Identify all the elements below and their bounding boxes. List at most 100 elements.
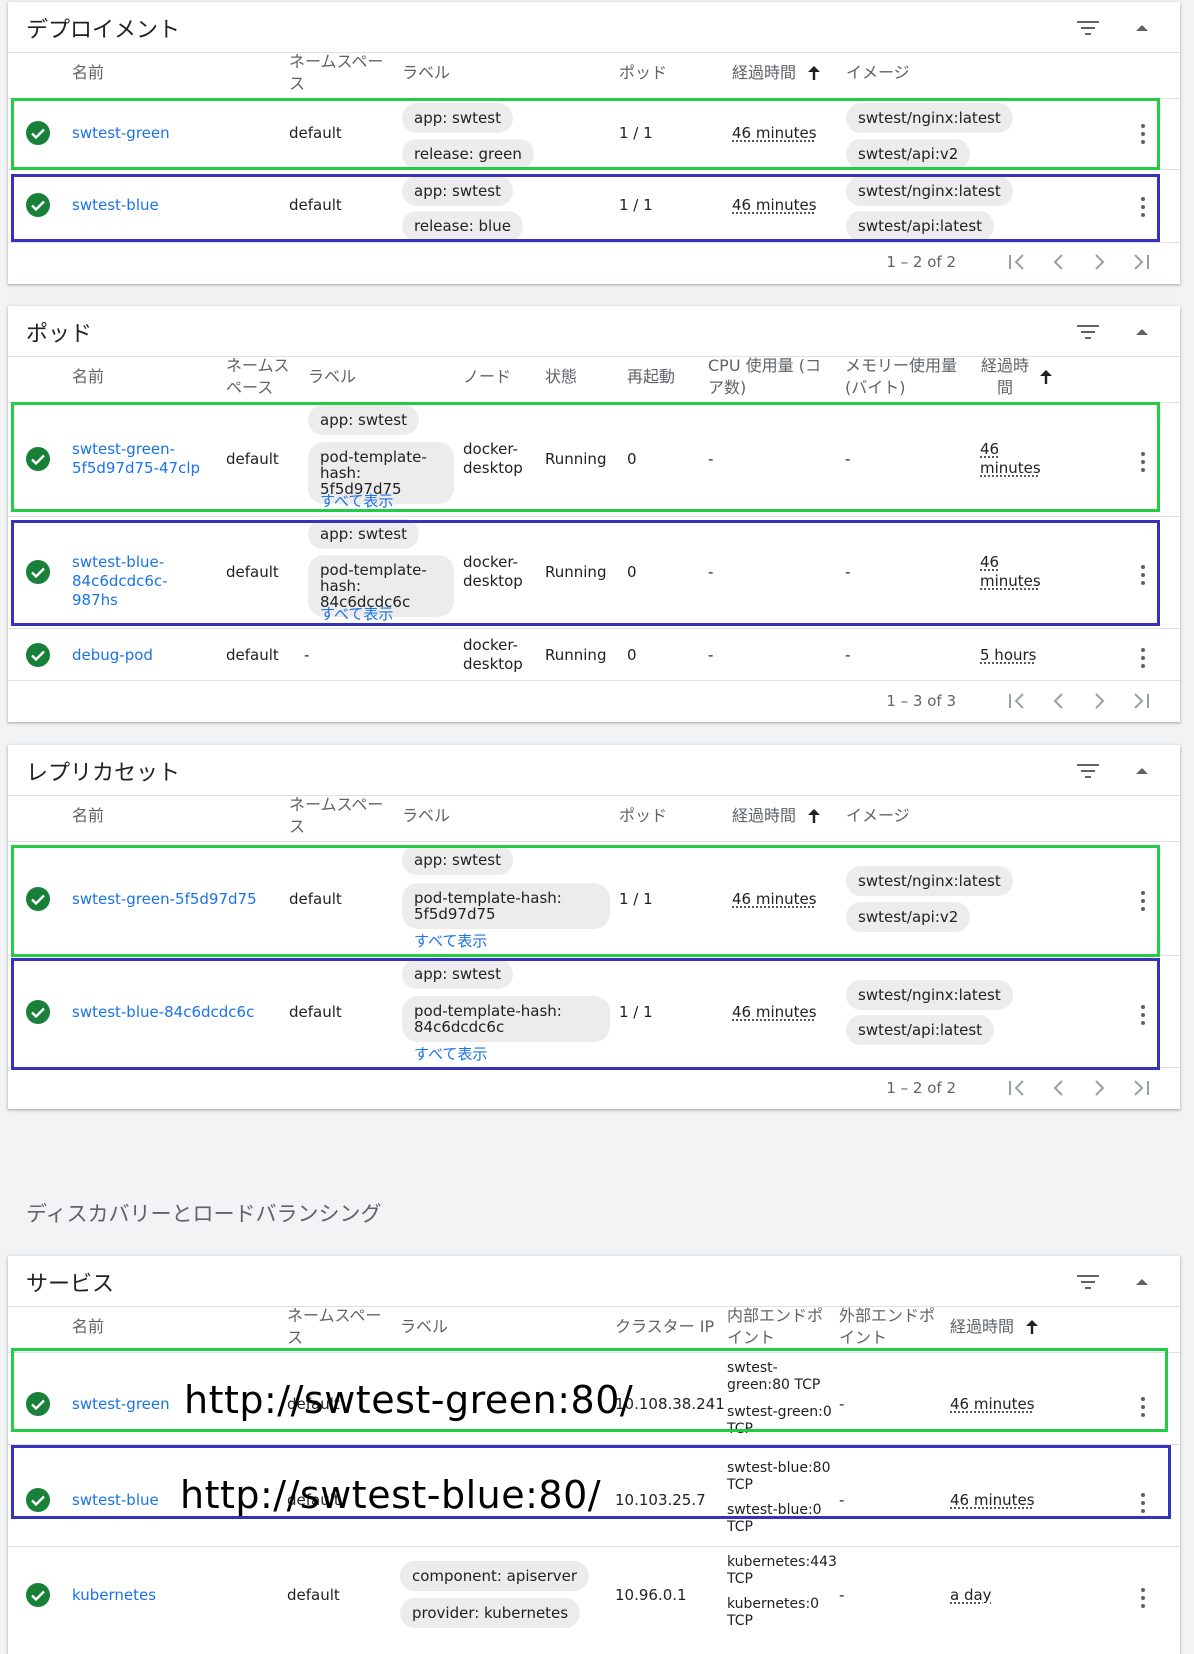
header-age[interactable]: 経過時間	[950, 1316, 1039, 1338]
arrow-up-icon	[1040, 370, 1052, 384]
show-all-link[interactable]: すべて表示	[414, 1043, 487, 1064]
label-chip: app: swtest	[402, 103, 513, 133]
header-age[interactable]: 経過時間	[732, 805, 821, 827]
header-status: 状態	[545, 367, 578, 386]
internal-endpoint: swtest-green:0 TCP	[727, 1404, 832, 1437]
service-url-annotation: http://swtest-green:80/	[184, 1378, 634, 1422]
last-page-icon[interactable]	[1132, 254, 1150, 270]
label-chip: app: swtest	[402, 959, 513, 989]
internal-endpoint: kubernetes:443 TCP	[727, 1554, 837, 1587]
header-pods: ポッド	[619, 806, 668, 825]
header-node: ノード	[463, 367, 512, 386]
image-chip: swtest/api:latest	[846, 1015, 995, 1045]
label-chip: app: swtest	[308, 519, 419, 549]
header-name: 名前	[72, 806, 105, 825]
check-circle-icon	[26, 447, 50, 471]
image-chip: swtest/api:v2	[846, 902, 971, 932]
header-images: イメージ	[846, 63, 910, 82]
more-vert-icon[interactable]	[1140, 1005, 1146, 1025]
filter-icon[interactable]	[1076, 1270, 1100, 1294]
last-page-icon[interactable]	[1132, 693, 1150, 709]
pod-name-link[interactable]: debug-pod	[72, 646, 153, 665]
image-chip: swtest/api:v2	[846, 139, 971, 169]
deployment-name-link[interactable]: swtest-blue	[72, 196, 159, 215]
header-internal-endpoints: 内部エンドポイント	[727, 1306, 824, 1347]
discovery-heading: ディスカバリーとロードバランシング	[26, 1202, 382, 1226]
header-restarts: 再起動	[627, 367, 676, 386]
age: 46 minutes	[732, 1003, 817, 1021]
arrow-up-icon	[808, 66, 821, 80]
service-name-link[interactable]: swtest-green	[72, 1395, 170, 1414]
more-vert-icon[interactable]	[1140, 197, 1146, 217]
prev-page-icon[interactable]	[1052, 1080, 1066, 1096]
filter-icon[interactable]	[1076, 16, 1100, 40]
external-endpoint: -	[839, 1395, 845, 1413]
chevron-up-icon[interactable]	[1130, 759, 1154, 783]
age: 46 minutes	[950, 1491, 1035, 1509]
restarts: 0	[627, 646, 637, 664]
label-chip: app: swtest	[402, 845, 513, 875]
pod-name-link[interactable]: swtest-blue-84c6dcdc6c-987hs	[72, 553, 212, 610]
next-page-icon[interactable]	[1092, 1080, 1106, 1096]
header-name: 名前	[72, 367, 105, 386]
last-page-icon[interactable]	[1132, 1080, 1150, 1096]
pods-count: 1 / 1	[619, 196, 653, 214]
more-vert-icon[interactable]	[1140, 1397, 1146, 1417]
label-chip: component: apiserver	[400, 1561, 590, 1591]
internal-endpoint: swtest-blue:80 TCP	[727, 1460, 831, 1493]
replicaset-name-link[interactable]: swtest-blue-84c6dcdc6c	[72, 1003, 254, 1022]
filter-icon[interactable]	[1076, 320, 1100, 344]
header-cpu: CPU 使用量 (コア数)	[708, 356, 821, 397]
arrow-up-icon	[1026, 1320, 1039, 1334]
more-vert-icon[interactable]	[1140, 648, 1146, 668]
more-vert-icon[interactable]	[1140, 452, 1146, 472]
header-namespace: ネームスペース	[289, 52, 384, 93]
chevron-up-icon[interactable]	[1130, 1270, 1154, 1294]
more-vert-icon[interactable]	[1140, 565, 1146, 585]
header-memory: メモリー使用量 (バイト)	[845, 356, 958, 397]
service-name-link[interactable]: swtest-blue	[72, 1491, 159, 1510]
header-cluster-ip: クラスター IP	[615, 1317, 715, 1336]
first-page-icon[interactable]	[1008, 693, 1026, 709]
service-name-link[interactable]: kubernetes	[72, 1586, 156, 1605]
age: 46 minutes	[980, 553, 1041, 590]
pagination-range: 1 – 2 of 2	[886, 1079, 956, 1097]
age: a day	[950, 1586, 992, 1604]
replicaset-name-link[interactable]: swtest-green-5f5d97d75	[72, 890, 257, 909]
show-all-link[interactable]: すべて表示	[320, 603, 393, 624]
more-vert-icon[interactable]	[1140, 1493, 1146, 1513]
pod-name-link[interactable]: swtest-green-5f5d97d75-47clp	[72, 440, 212, 478]
more-vert-icon[interactable]	[1140, 124, 1146, 144]
image-chip: swtest/nginx:latest	[846, 103, 1013, 133]
namespace: default	[289, 124, 342, 142]
more-vert-icon[interactable]	[1140, 1588, 1146, 1608]
namespace: default	[226, 563, 279, 581]
header-labels: ラベル	[402, 806, 451, 825]
external-endpoint: -	[839, 1491, 845, 1509]
pods-count: 1 / 1	[619, 1003, 653, 1021]
card-title: デプロイメント	[26, 18, 181, 43]
first-page-icon[interactable]	[1008, 254, 1026, 270]
namespace: default	[226, 450, 279, 468]
prev-page-icon[interactable]	[1052, 693, 1066, 709]
header-age[interactable]: 経過時間	[980, 355, 1052, 399]
filter-icon[interactable]	[1076, 759, 1100, 783]
header-age[interactable]: 経過時間	[732, 62, 821, 84]
pagination: 1 – 2 of 2	[886, 253, 1150, 271]
next-page-icon[interactable]	[1092, 693, 1106, 709]
prev-page-icon[interactable]	[1052, 254, 1066, 270]
show-all-link[interactable]: すべて表示	[320, 490, 393, 511]
chevron-up-icon[interactable]	[1130, 16, 1154, 40]
next-page-icon[interactable]	[1092, 254, 1106, 270]
deployment-name-link[interactable]: swtest-green	[72, 124, 170, 143]
header-age-label: 経過時間	[732, 63, 797, 82]
header-external-endpoints: 外部エンドポイント	[839, 1306, 936, 1347]
restarts: 0	[627, 563, 637, 581]
chevron-up-icon[interactable]	[1130, 320, 1154, 344]
memory: -	[845, 646, 851, 664]
first-page-icon[interactable]	[1008, 1080, 1026, 1096]
deployments-card: デプロイメント 名前 ネームスペース ラベル ポッド 経過時間 イメージ swt…	[8, 2, 1180, 284]
cpu: -	[708, 450, 714, 468]
more-vert-icon[interactable]	[1140, 891, 1146, 911]
show-all-link[interactable]: すべて表示	[414, 930, 487, 951]
